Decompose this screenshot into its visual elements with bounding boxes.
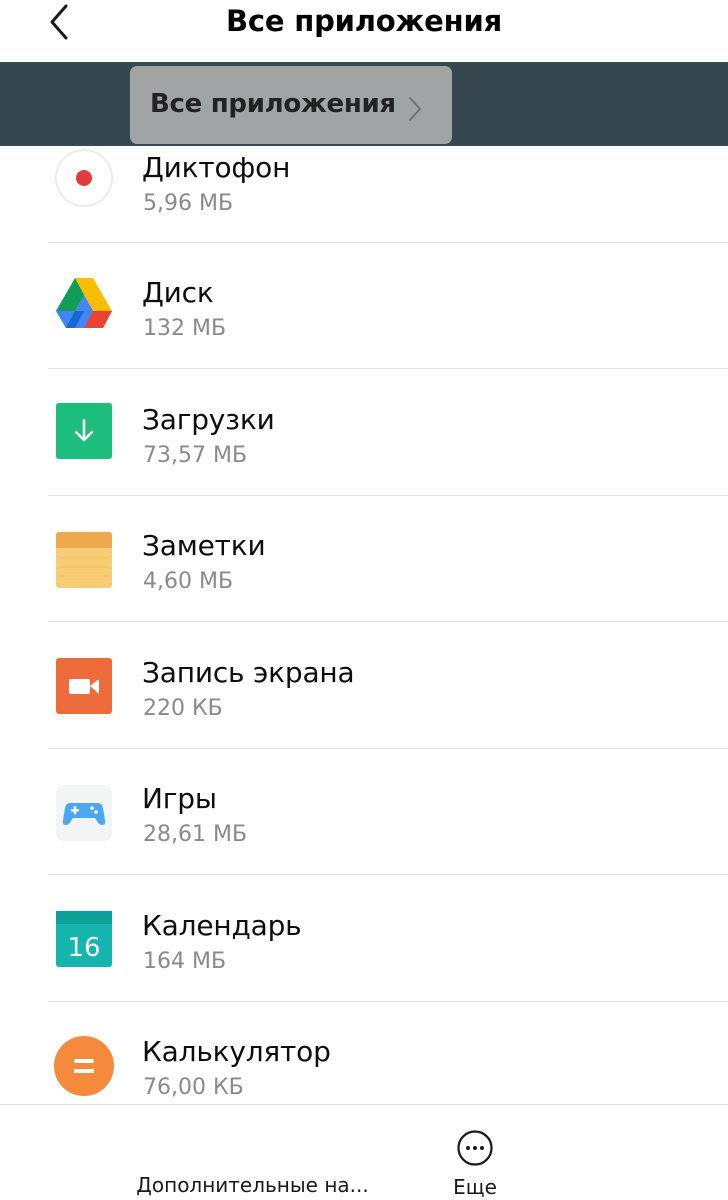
app-name: Диктофон — [142, 151, 291, 184]
filter-dropdown[interactable]: Все приложения — [130, 66, 452, 144]
list-item[interactable]: Заметки 4,60 МБ — [0, 496, 728, 622]
app-size: 73,57 МБ — [143, 443, 248, 468]
divider — [48, 368, 728, 369]
calculator-icon — [54, 1036, 114, 1096]
app-header: Все приложения — [0, 0, 728, 62]
app-name: Диск — [142, 276, 214, 309]
app-size: 132 МБ — [143, 316, 227, 341]
downloads-icon — [56, 403, 112, 459]
more-settings-button[interactable]: Дополнительные на... — [130, 1173, 375, 1197]
list-item[interactable]: Диктофон 5,96 МБ — [0, 146, 728, 243]
divider — [48, 621, 728, 622]
divider — [48, 874, 728, 875]
app-name: Заметки — [142, 529, 266, 562]
app-size: 76,00 КБ — [143, 1075, 244, 1100]
more-dots-icon[interactable] — [456, 1129, 494, 1167]
page-title: Все приложения — [225, 4, 503, 38]
filter-dropdown-label: Все приложения — [150, 89, 396, 119]
bottom-action-bar: Дополнительные на... Еще — [0, 1104, 728, 1200]
app-name: Загрузки — [142, 403, 275, 436]
app-name: Календарь — [142, 909, 302, 942]
app-size: 4,60 МБ — [143, 569, 234, 594]
app-size: 220 КБ — [143, 696, 223, 721]
list-item[interactable]: Запись экрана 220 КБ — [0, 623, 728, 749]
calendar-date-text: 16 — [67, 933, 100, 963]
app-size: 164 МБ — [143, 949, 227, 974]
list-item[interactable]: Загрузки 73,57 МБ — [0, 370, 728, 496]
list-item[interactable]: Игры 28,61 МБ — [0, 749, 728, 875]
filter-bar: Все приложения — [0, 62, 728, 146]
app-name: Калькулятор — [142, 1035, 331, 1068]
games-icon — [56, 785, 112, 841]
list-item[interactable]: Диск 132 МБ — [0, 243, 728, 369]
app-name: Игры — [142, 782, 217, 815]
calendar-icon: 16 — [56, 911, 112, 967]
list-item[interactable]: 16 Календарь 164 МБ — [0, 876, 728, 1002]
notes-icon — [56, 532, 112, 588]
list-item[interactable]: Калькулятор 76,00 КБ — [0, 1002, 728, 1104]
chevron-right-icon — [409, 97, 421, 121]
app-list: Диктофон 5,96 МБ Диск 132 МБ Загрузки 73… — [0, 146, 728, 1104]
more-button-label[interactable]: Еще — [436, 1175, 514, 1199]
recorder-icon — [55, 149, 113, 207]
app-size: 5,96 МБ — [143, 191, 234, 216]
drive-icon — [56, 278, 112, 328]
app-size: 28,61 МБ — [143, 822, 248, 847]
screen-recorder-icon — [56, 658, 112, 714]
app-name: Запись экрана — [142, 656, 355, 689]
